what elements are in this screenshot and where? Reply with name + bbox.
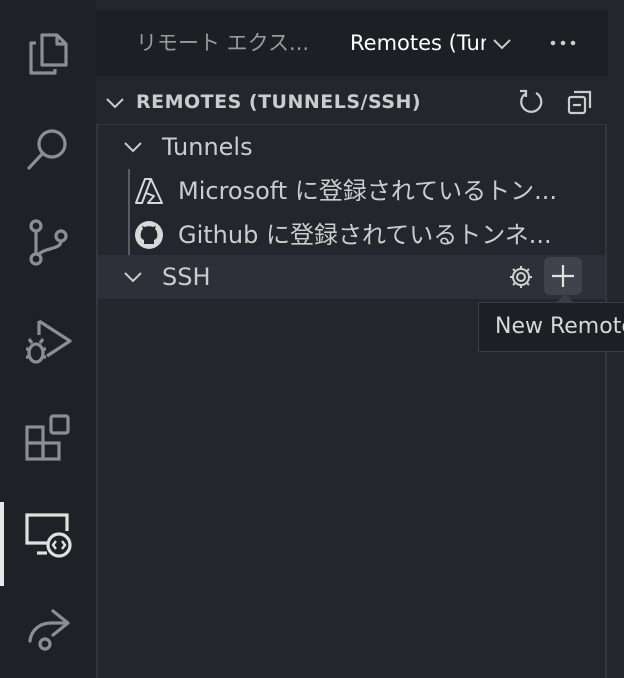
tooltip: New Remote: [478, 302, 624, 352]
run-debug-button[interactable]: [0, 302, 96, 382]
remotes-tree: Tunnels Microsoft に登録されているトン... Github に…: [96, 124, 607, 678]
tree-item-tunnels[interactable]: Tunnels: [98, 125, 605, 169]
refresh-icon[interactable]: [516, 88, 544, 116]
github-icon: [135, 221, 163, 249]
tree-item-label: Github に登録されているトンネ...: [178, 221, 552, 249]
chevron-down-icon[interactable]: [490, 32, 514, 56]
extensions-icon: [25, 414, 70, 461]
collapse-all-icon[interactable]: [566, 88, 594, 116]
tree-item-microsoft[interactable]: Microsoft に登録されているトン...: [98, 169, 605, 213]
chevron-down-icon: [124, 272, 142, 283]
source-control-icon: [29, 219, 68, 266]
tree-item-ssh[interactable]: SSH: [98, 255, 605, 299]
search-icon: [27, 129, 67, 170]
extensions-button[interactable]: [0, 398, 96, 478]
tab-strip-gap: [608, 10, 624, 76]
ellipsis-icon[interactable]: [548, 28, 578, 58]
remote-explorer-button[interactable]: [0, 494, 96, 586]
tab-remote-explorer[interactable]: リモート エクス...: [136, 10, 320, 76]
explorer-button[interactable]: [0, 14, 96, 94]
view-tab-strip: リモート エクス... Remotes (Tunnels/SSH): [96, 10, 608, 76]
plus-icon: [552, 265, 574, 287]
remote-explorer-icon: [25, 513, 72, 558]
section-title: REMOTES (TUNNELS/SSH): [136, 91, 422, 113]
section-header[interactable]: REMOTES (TUNNELS/SSH): [96, 80, 608, 124]
tree-item-github[interactable]: Github に登録されているトンネ...: [98, 213, 605, 257]
chevron-down-icon: [106, 98, 124, 109]
live-share-icon: [28, 609, 70, 651]
activity-bar: [0, 0, 96, 678]
run-debug-icon: [26, 319, 72, 364]
tree-item-label: Tunnels: [162, 133, 253, 161]
live-share-button[interactable]: [0, 588, 96, 668]
tree-item-label: SSH: [162, 263, 211, 291]
search-button[interactable]: [0, 110, 96, 190]
gear-icon[interactable]: [508, 264, 534, 290]
tree-item-label: Microsoft に登録されているトン...: [178, 177, 558, 205]
tab-remotes[interactable]: Remotes (Tunnels/SSH): [350, 10, 486, 76]
chevron-down-icon: [124, 142, 142, 153]
add-remote-button[interactable]: [544, 257, 582, 295]
azure-icon: [135, 178, 163, 204]
files-icon: [29, 33, 68, 75]
source-control-button[interactable]: [0, 202, 96, 282]
